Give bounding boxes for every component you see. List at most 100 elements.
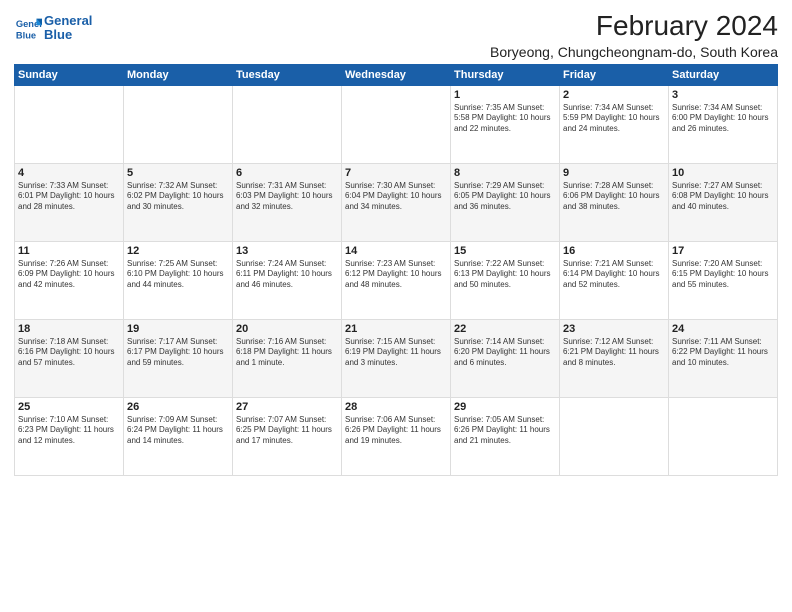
col-sunday: Sunday (15, 65, 124, 86)
calendar-cell: 13 Sunrise: 7:24 AM Sunset: 6:11 PM Dayli… (233, 242, 342, 320)
calendar-cell: 10Sunrise: 7:27 AM Sunset: 6:08 PM Dayli… (669, 164, 778, 242)
calendar-cell: 9 Sunrise: 7:28 AM Sunset: 6:06 PM Daylig… (560, 164, 669, 242)
calendar-cell: 24 Sunrise: 7:11 AM Sunset: 6:22 PM Dayli… (669, 320, 778, 398)
col-wednesday: Wednesday (342, 65, 451, 86)
day-content: Sunrise: 7:11 AM Sunset: 6:22 PM Dayligh… (672, 337, 774, 368)
day-content: Sunrise: 7:05 AM Sunset: 6:26 PM Dayligh… (454, 415, 556, 446)
day-number: 7 (345, 167, 447, 179)
calendar-week-4: 18 Sunrise: 7:18 AM Sunset: 6:16 PM Dayli… (15, 320, 778, 398)
calendar-cell: 14 Sunrise: 7:23 AM Sunset: 6:12 PM Dayli… (342, 242, 451, 320)
day-content: Sunrise: 7:18 AM Sunset: 6:16 PM Dayligh… (18, 337, 120, 368)
day-content: Sunrise: 7:28 AM Sunset: 6:06 PM Dayligh… (563, 181, 665, 212)
day-content: Sunrise: 7:34 AM Sunset: 6:00 PM Dayligh… (672, 103, 774, 134)
calendar-cell: 8 Sunrise: 7:29 AM Sunset: 6:05 PM Daylig… (451, 164, 560, 242)
day-content: Sunrise: 7:14 AM Sunset: 6:20 PM Dayligh… (454, 337, 556, 368)
logo: General Blue General Blue (14, 14, 92, 43)
calendar-cell (233, 86, 342, 164)
day-number: 2 (563, 89, 665, 101)
day-number: 26 (127, 401, 229, 413)
calendar-cell: 26 Sunrise: 7:09 AM Sunset: 6:24 PM Dayli… (124, 398, 233, 476)
calendar-week-2: 4 Sunrise: 7:33 AM Sunset: 6:01 PM Daylig… (15, 164, 778, 242)
calendar-cell: 1Sunrise: 7:35 AM Sunset: 5:58 PM Daylig… (451, 86, 560, 164)
day-number: 19 (127, 323, 229, 335)
day-number: 18 (18, 323, 120, 335)
calendar-cell: 29 Sunrise: 7:05 AM Sunset: 6:26 PM Dayli… (451, 398, 560, 476)
day-number: 25 (18, 401, 120, 413)
calendar-cell: 17 Sunrise: 7:20 AM Sunset: 6:15 PM Dayli… (669, 242, 778, 320)
day-number: 20 (236, 323, 338, 335)
calendar-cell: 7Sunrise: 7:30 AM Sunset: 6:04 PM Daylig… (342, 164, 451, 242)
col-tuesday: Tuesday (233, 65, 342, 86)
col-monday: Monday (124, 65, 233, 86)
calendar-cell (669, 398, 778, 476)
calendar-cell (15, 86, 124, 164)
day-number: 6 (236, 167, 338, 179)
day-content: Sunrise: 7:33 AM Sunset: 6:01 PM Dayligh… (18, 181, 120, 212)
day-number: 24 (672, 323, 774, 335)
day-number: 4 (18, 167, 120, 179)
day-content: Sunrise: 7:06 AM Sunset: 6:26 PM Dayligh… (345, 415, 447, 446)
calendar-cell: 27Sunrise: 7:07 AM Sunset: 6:25 PM Dayli… (233, 398, 342, 476)
page: General Blue General Blue February 2024 … (0, 0, 792, 612)
day-content: Sunrise: 7:10 AM Sunset: 6:23 PM Dayligh… (18, 415, 120, 446)
col-saturday: Saturday (669, 65, 778, 86)
calendar-cell: 12 Sunrise: 7:25 AM Sunset: 6:10 PM Dayli… (124, 242, 233, 320)
calendar-cell: 21 Sunrise: 7:15 AM Sunset: 6:19 PM Dayli… (342, 320, 451, 398)
calendar-cell: 16 Sunrise: 7:21 AM Sunset: 6:14 PM Dayli… (560, 242, 669, 320)
day-number: 23 (563, 323, 665, 335)
day-number: 29 (454, 401, 556, 413)
day-content: Sunrise: 7:23 AM Sunset: 6:12 PM Dayligh… (345, 259, 447, 290)
day-number: 27 (236, 401, 338, 413)
day-number: 16 (563, 245, 665, 257)
day-content: Sunrise: 7:26 AM Sunset: 6:09 PM Dayligh… (18, 259, 120, 290)
day-number: 3 (672, 89, 774, 101)
calendar-week-3: 11 Sunrise: 7:26 AM Sunset: 6:09 PM Dayli… (15, 242, 778, 320)
day-content: Sunrise: 7:15 AM Sunset: 6:19 PM Dayligh… (345, 337, 447, 368)
calendar-cell: 15Sunrise: 7:22 AM Sunset: 6:13 PM Dayli… (451, 242, 560, 320)
calendar-cell (124, 86, 233, 164)
calendar-cell (342, 86, 451, 164)
day-content: Sunrise: 7:21 AM Sunset: 6:14 PM Dayligh… (563, 259, 665, 290)
day-content: Sunrise: 7:27 AM Sunset: 6:08 PM Dayligh… (672, 181, 774, 212)
day-content: Sunrise: 7:09 AM Sunset: 6:24 PM Dayligh… (127, 415, 229, 446)
col-friday: Friday (560, 65, 669, 86)
calendar-cell: 20Sunrise: 7:16 AM Sunset: 6:18 PM Dayli… (233, 320, 342, 398)
calendar-cell: 22Sunrise: 7:14 AM Sunset: 6:20 PM Dayli… (451, 320, 560, 398)
calendar-cell: 11 Sunrise: 7:26 AM Sunset: 6:09 PM Dayli… (15, 242, 124, 320)
day-number: 12 (127, 245, 229, 257)
logo-text-line2: Blue (44, 28, 92, 42)
calendar-week-5: 25 Sunrise: 7:10 AM Sunset: 6:23 PM Dayli… (15, 398, 778, 476)
day-number: 5 (127, 167, 229, 179)
logo-icon: General Blue (14, 14, 42, 42)
day-content: Sunrise: 7:34 AM Sunset: 5:59 PM Dayligh… (563, 103, 665, 134)
day-number: 1 (454, 89, 556, 101)
day-content: Sunrise: 7:25 AM Sunset: 6:10 PM Dayligh… (127, 259, 229, 290)
day-content: Sunrise: 7:29 AM Sunset: 6:05 PM Dayligh… (454, 181, 556, 212)
calendar-week-1: 1Sunrise: 7:35 AM Sunset: 5:58 PM Daylig… (15, 86, 778, 164)
day-content: Sunrise: 7:12 AM Sunset: 6:21 PM Dayligh… (563, 337, 665, 368)
calendar-cell: 25 Sunrise: 7:10 AM Sunset: 6:23 PM Dayli… (15, 398, 124, 476)
day-number: 21 (345, 323, 447, 335)
calendar-cell: 2 Sunrise: 7:34 AM Sunset: 5:59 PM Daylig… (560, 86, 669, 164)
day-number: 9 (563, 167, 665, 179)
col-thursday: Thursday (451, 65, 560, 86)
calendar-cell (560, 398, 669, 476)
day-number: 17 (672, 245, 774, 257)
header-row: Sunday Monday Tuesday Wednesday Thursday… (15, 65, 778, 86)
day-content: Sunrise: 7:20 AM Sunset: 6:15 PM Dayligh… (672, 259, 774, 290)
svg-text:Blue: Blue (16, 31, 36, 41)
day-number: 13 (236, 245, 338, 257)
day-number: 28 (345, 401, 447, 413)
logo-text-line1: General (44, 14, 92, 28)
main-title: February 2024 (490, 10, 778, 42)
calendar-cell: 4 Sunrise: 7:33 AM Sunset: 6:01 PM Daylig… (15, 164, 124, 242)
calendar-cell: 19Sunrise: 7:17 AM Sunset: 6:17 PM Dayli… (124, 320, 233, 398)
calendar-table: Sunday Monday Tuesday Wednesday Thursday… (14, 64, 778, 476)
calendar-cell: 3 Sunrise: 7:34 AM Sunset: 6:00 PM Daylig… (669, 86, 778, 164)
day-number: 14 (345, 245, 447, 257)
calendar-cell: 6Sunrise: 7:31 AM Sunset: 6:03 PM Daylig… (233, 164, 342, 242)
day-number: 11 (18, 245, 120, 257)
day-number: 8 (454, 167, 556, 179)
title-area: February 2024 Boryeong, Chungcheongnam-d… (490, 10, 778, 60)
day-content: Sunrise: 7:24 AM Sunset: 6:11 PM Dayligh… (236, 259, 338, 290)
